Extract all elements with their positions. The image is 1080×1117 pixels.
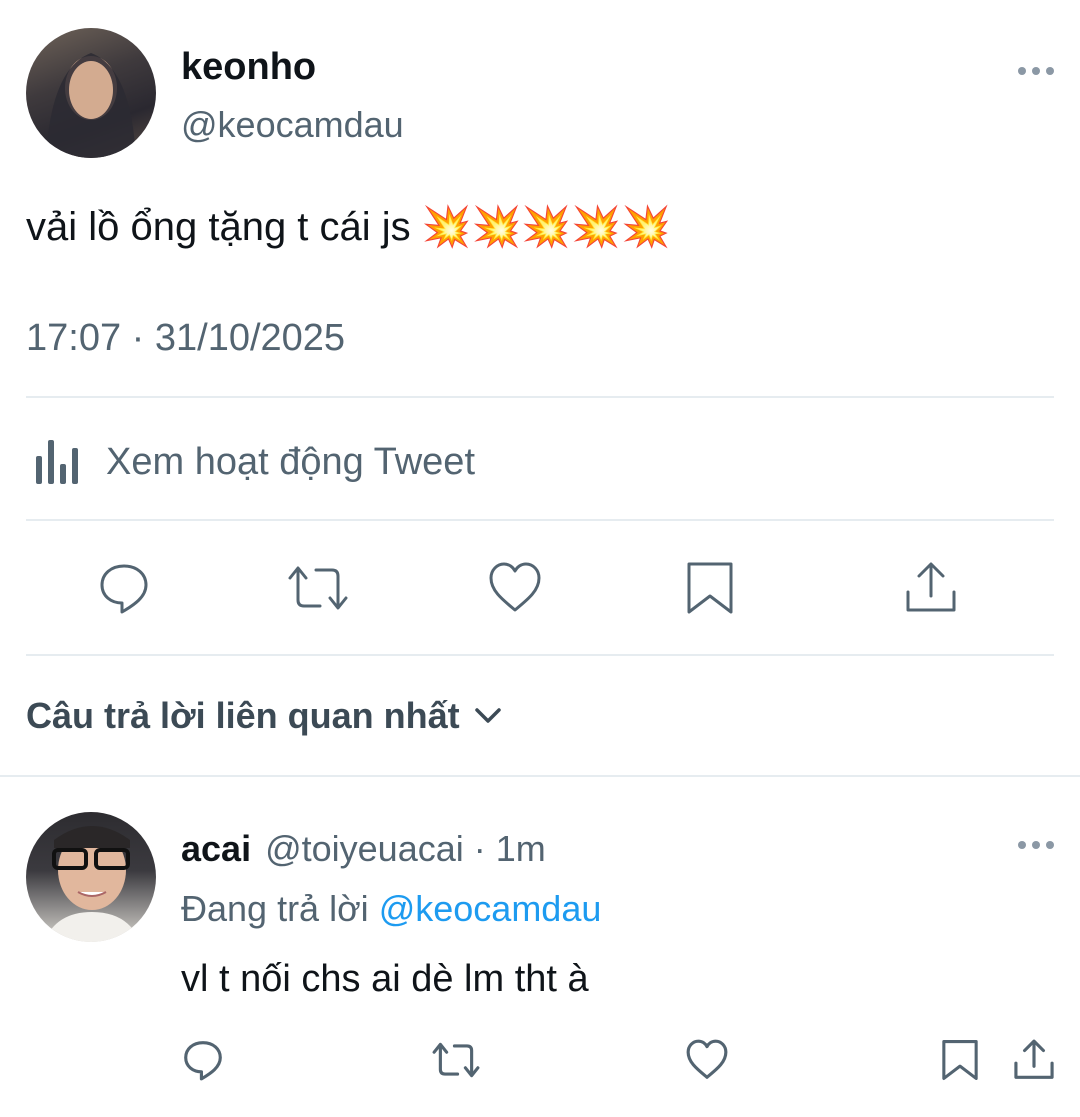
replying-handle-link[interactable]: @keocamdau — [379, 888, 602, 929]
divider — [26, 396, 1054, 398]
more-icon[interactable] — [1018, 841, 1054, 849]
like-button[interactable] — [487, 560, 543, 621]
reply-author-name[interactable]: acai — [181, 828, 251, 870]
reply-reply-button[interactable] — [181, 1038, 225, 1087]
reply-share-button[interactable] — [1012, 1036, 1056, 1089]
replying-to: Đang trả lời @keocamdau — [181, 888, 601, 930]
reply-avatar[interactable] — [26, 812, 156, 942]
reply-like-button[interactable] — [685, 1038, 729, 1087]
share-icon — [1014, 1039, 1054, 1079]
reply-icon — [100, 564, 148, 614]
bookmark-button[interactable] — [684, 560, 736, 621]
share-button[interactable] — [903, 560, 959, 621]
section-divider — [0, 775, 1080, 777]
retweet-button[interactable] — [286, 560, 350, 621]
author-handle[interactable]: @keocamdau — [181, 104, 404, 146]
reply-icon — [184, 1041, 222, 1081]
reply-handle-time[interactable]: @toiyeuacai · 1m — [265, 828, 546, 870]
tweet-text-body: vải lồ ổng tặng t cái js — [26, 205, 411, 249]
reply-text: vl t nối chs ai dè lm tht à — [181, 958, 589, 1000]
like-icon — [686, 1039, 728, 1079]
tweet-text: vải lồ ổng tặng t cái js 💥💥💥💥💥 — [26, 203, 671, 250]
analytics-icon — [36, 440, 78, 484]
tweet-activity-label: Xem hoạt động Tweet — [106, 440, 475, 483]
like-icon — [489, 562, 541, 612]
chevron-down-icon — [474, 708, 501, 723]
retweet-icon — [432, 1042, 480, 1078]
bookmark-icon — [687, 562, 733, 614]
more-icon[interactable] — [1018, 67, 1054, 75]
explosion-icon: 💥💥💥💥💥 — [421, 205, 671, 249]
reply-button[interactable] — [96, 560, 152, 621]
retweet-icon — [288, 566, 348, 610]
tweet-timestamp[interactable]: 17:07 · 31/10/2025 — [26, 317, 345, 360]
bookmark-icon — [942, 1040, 978, 1080]
tweet-activity-link[interactable]: Xem hoạt động Tweet — [26, 438, 475, 486]
reply-retweet-button[interactable] — [431, 1038, 481, 1087]
replies-sort-label: Câu trả lời liên quan nhất — [26, 695, 460, 736]
author-avatar[interactable] — [26, 28, 156, 158]
reply-bookmark-button[interactable] — [940, 1036, 980, 1089]
reply-header: acai @toiyeuacai · 1m — [181, 828, 546, 870]
divider — [26, 519, 1054, 521]
share-icon — [906, 562, 956, 612]
replying-prefix: Đang trả lời — [181, 888, 369, 929]
author-name[interactable]: keonho — [181, 46, 316, 89]
divider — [26, 654, 1054, 656]
replies-sort-toggle[interactable]: Câu trả lời liên quan nhất — [26, 695, 502, 737]
